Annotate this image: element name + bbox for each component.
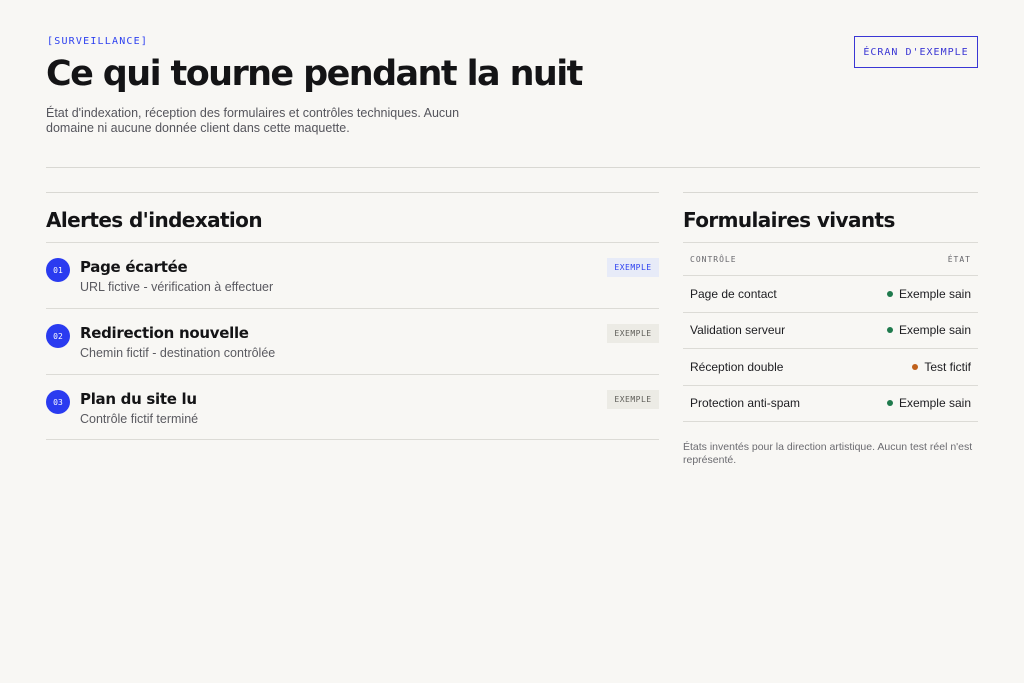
form-control-label: Réception double <box>690 359 784 374</box>
alert-title: Plan du site lu <box>80 390 197 408</box>
forms-table-header: CONTRÔLE ÉTAT <box>683 242 978 276</box>
alert-description: Contrôle fictif terminé <box>80 412 199 426</box>
alert-number-badge: 01 <box>46 258 70 282</box>
column-header-control: CONTRÔLE <box>690 254 737 264</box>
section-eyebrow: [SURVEILLANCE] <box>47 36 149 47</box>
status-cell: Exemple sain <box>886 286 971 301</box>
alerts-section-title: Alertes d'indexation <box>46 208 263 232</box>
status-dot-icon <box>886 290 893 297</box>
status-cell: Exemple sain <box>886 323 971 338</box>
forms-footnote: États inventés pour la direction artisti… <box>683 441 973 466</box>
forms-top-rule <box>683 192 978 193</box>
status-text: Exemple sain <box>898 286 971 301</box>
sample-screen-button[interactable]: ÉCRAN D'EXEMPLE <box>854 36 978 68</box>
status-text: Exemple sain <box>898 396 971 411</box>
column-header-state: ÉTAT <box>947 254 971 264</box>
page-title: Ce qui tourne pendant la nuit <box>46 54 583 94</box>
forms-section-title: Formulaires vivants <box>683 208 895 232</box>
alert-item[interactable]: 03 Plan du site lu Contrôle fictif termi… <box>46 374 659 440</box>
status-cell: Exemple sain <box>886 396 971 411</box>
alert-list: 01 Page écartée URL fictive - vérificati… <box>46 242 659 440</box>
alert-title: Page écartée <box>80 258 188 276</box>
alerts-top-rule <box>46 192 659 193</box>
form-control-label: Validation serveur <box>690 323 786 338</box>
alert-title: Redirection nouvelle <box>80 324 249 342</box>
alert-item[interactable]: 01 Page écartée URL fictive - vérificati… <box>46 242 659 308</box>
header-divider <box>46 167 980 168</box>
alert-description: Chemin fictif - destination contrôlée <box>80 346 276 360</box>
forms-table: CONTRÔLE ÉTAT Page de contact Exemple sa… <box>683 242 978 422</box>
status-dot-icon <box>886 400 893 407</box>
example-badge: EXEMPLE <box>607 324 659 343</box>
status-dot-icon <box>912 363 919 370</box>
alert-description: URL fictive - vérification à effectuer <box>80 280 274 294</box>
status-dot-icon <box>886 327 893 334</box>
status-text: Test fictif <box>924 359 971 374</box>
alert-item[interactable]: 02 Redirection nouvelle Chemin fictif - … <box>46 308 659 374</box>
example-badge: EXEMPLE <box>607 390 659 409</box>
status-cell: Test fictif <box>912 360 971 374</box>
alert-number-badge: 02 <box>46 324 70 348</box>
table-row: Protection anti-spam Exemple sain <box>683 386 978 422</box>
status-text: Exemple sain <box>898 323 971 338</box>
table-row: Réception double Test fictif <box>683 349 978 386</box>
table-row: Page de contact Exemple sain <box>683 276 978 313</box>
alert-number-badge: 03 <box>46 390 70 414</box>
form-control-label: Protection anti-spam <box>690 396 801 411</box>
table-row: Validation serveur Exemple sain <box>683 313 978 349</box>
page-subtitle: État d'indexation, réception des formula… <box>46 106 460 135</box>
example-badge: EXEMPLE <box>607 258 659 277</box>
form-control-label: Page de contact <box>690 286 777 301</box>
